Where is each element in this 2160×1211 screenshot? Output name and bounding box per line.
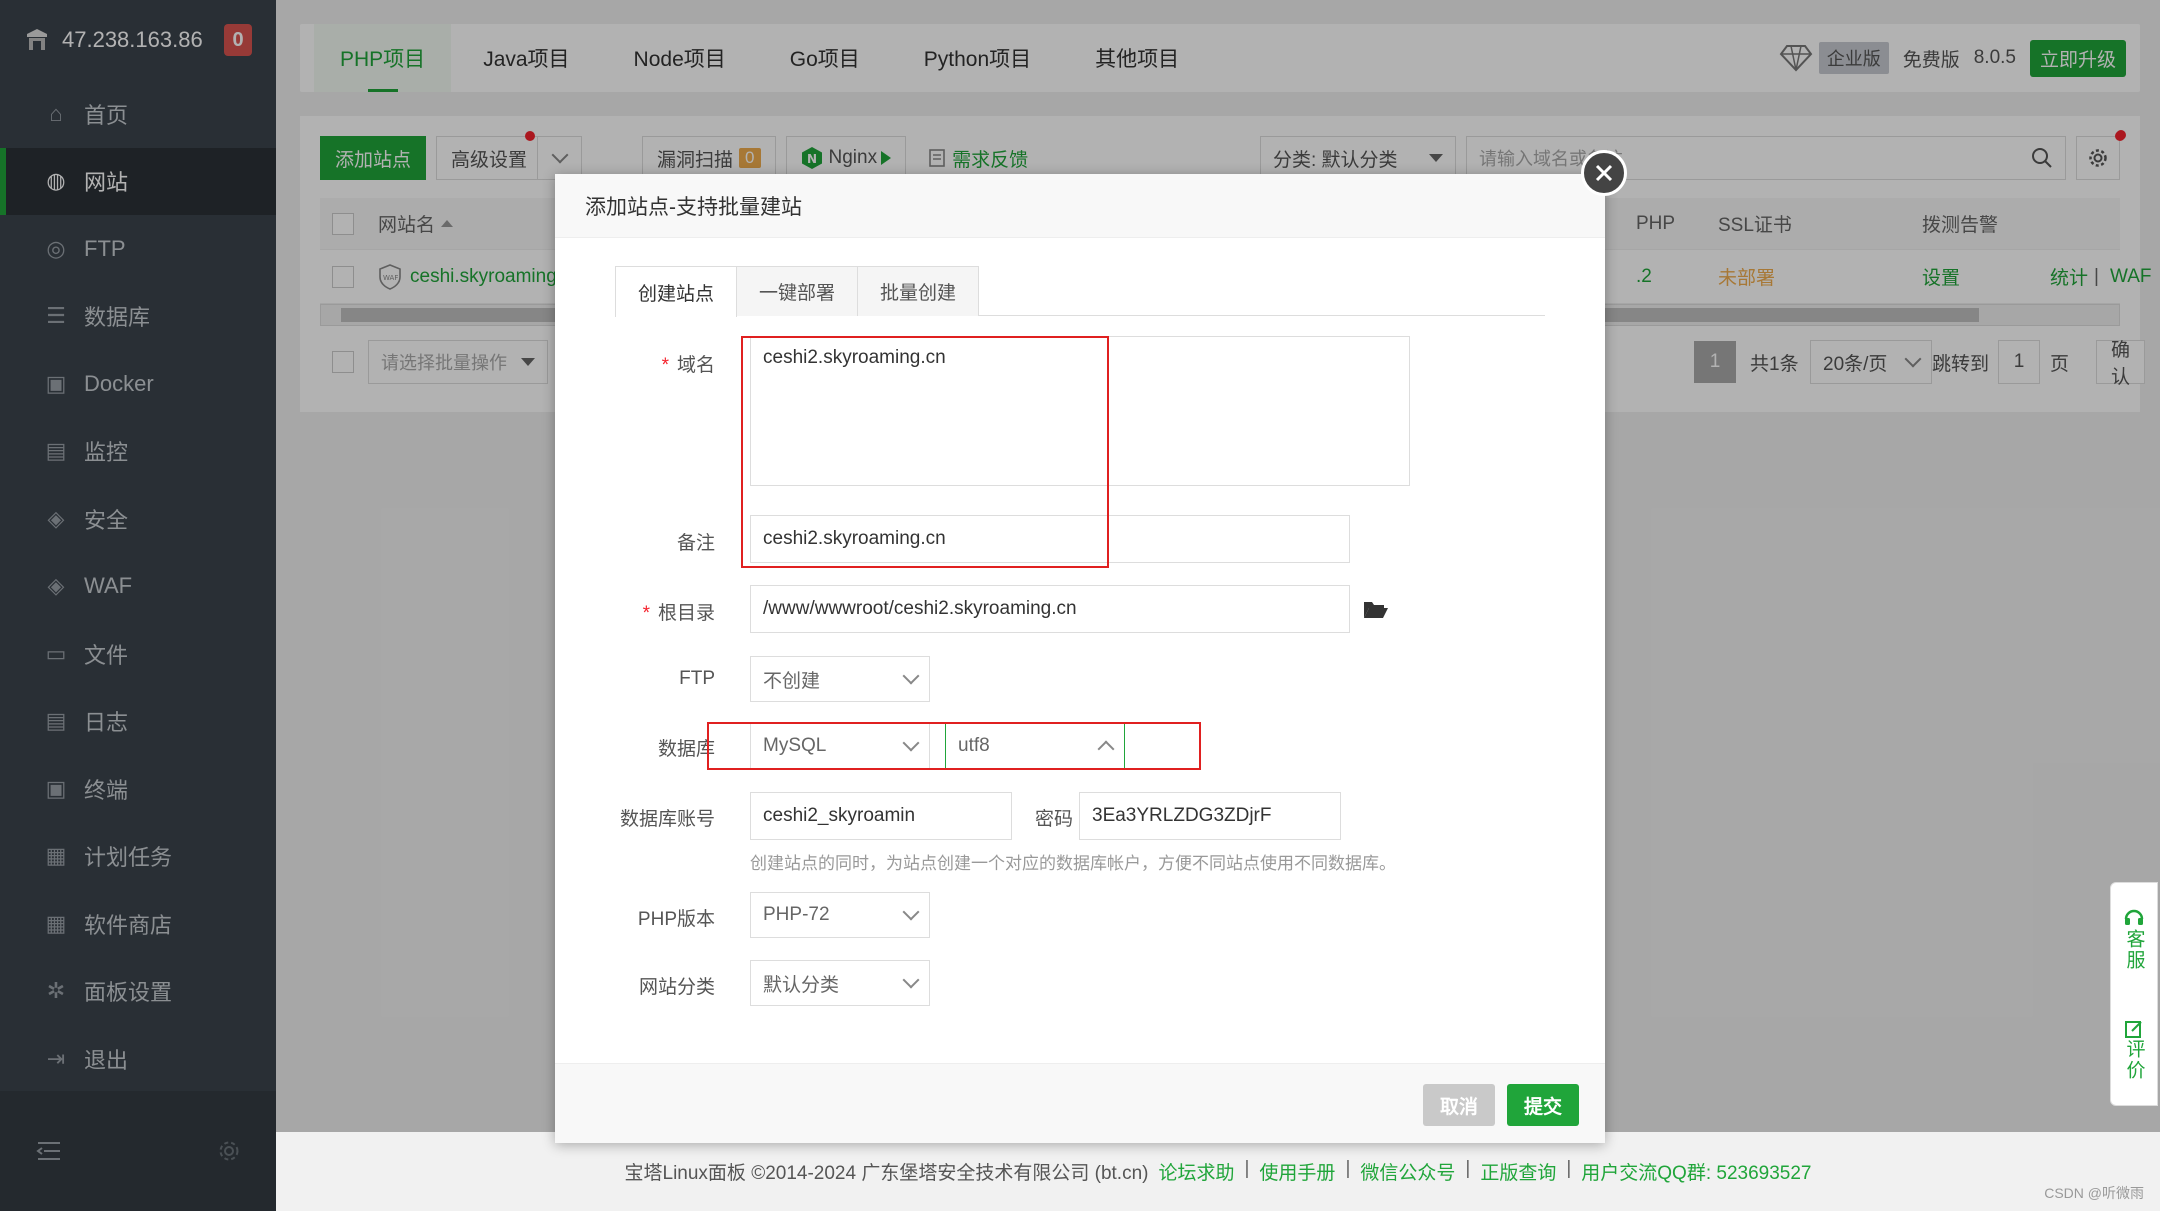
submit-button[interactable]: 提交	[1507, 1084, 1579, 1126]
root-dir-input[interactable]: /www/wwwroot/ceshi2.skyroaming.cn	[750, 585, 1350, 633]
review-button[interactable]: 评价	[2121, 1019, 2148, 1081]
watermark: CSDN @听微雨	[2044, 1185, 2144, 1201]
footer-separator: |	[1244, 1158, 1250, 1179]
customer-service-button[interactable]: 客服	[2121, 907, 2148, 971]
db-account-input[interactable]: ceshi2_skyroamin	[750, 792, 1012, 840]
folder-open-icon[interactable]	[1363, 598, 1389, 620]
floating-support-panel: 客服 评价	[2110, 882, 2158, 1106]
highlight-database	[707, 722, 1201, 770]
close-icon	[1595, 164, 1613, 182]
footer-separator: |	[1345, 1158, 1351, 1179]
remark-label: 备注	[676, 533, 715, 554]
footer-link-1[interactable]: 使用手册	[1259, 1158, 1335, 1185]
db-account-label: 数据库账号	[619, 809, 715, 830]
edit-icon	[2125, 1021, 2142, 1038]
footer-separator: |	[1465, 1158, 1471, 1179]
ftp-label: FTP	[679, 668, 715, 689]
page-footer: 宝塔Linux面板 ©2014-2024 广东堡塔安全技术有限公司 (bt.cn…	[276, 1132, 2160, 1211]
password-input[interactable]: 3Ea3YRLZDG3ZDjrF	[1079, 792, 1341, 840]
domain-label: * 域名	[661, 355, 715, 376]
site-category-select[interactable]: 默认分类	[750, 960, 930, 1006]
cancel-button[interactable]: 取消	[1423, 1084, 1495, 1126]
php-version-label: PHP版本	[637, 909, 715, 930]
root-dir-label: * 根目录	[642, 603, 715, 624]
footer-separator: |	[1566, 1158, 1572, 1179]
highlight-domain-remark	[741, 336, 1109, 568]
close-dialog-button[interactable]	[1581, 150, 1627, 196]
db-hint: 创建站点的同时，为站点创建一个对应的数据库帐户，方便不同站点使用不同数据库。	[750, 854, 1396, 873]
dialog-footer: 取消 提交	[555, 1063, 1605, 1143]
chevron-down-icon	[902, 971, 920, 989]
qq-group[interactable]: 用户交流QQ群: 523693527	[1581, 1158, 1811, 1185]
php-version-value: PHP-72	[763, 904, 830, 925]
footer-link-3[interactable]: 正版查询	[1480, 1158, 1556, 1185]
password-label: 密码	[1035, 809, 1074, 830]
chevron-down-icon	[902, 667, 920, 685]
database-label: 数据库	[657, 739, 715, 760]
ftp-select-value: 不创建	[763, 670, 821, 692]
footer-link-2[interactable]: 微信公众号	[1360, 1158, 1455, 1185]
add-site-dialog: 添加站点-支持批量建站 创建站点 一键部署 批量创建 * 域名 ceshi2.skyr…	[555, 150, 1627, 1143]
php-version-select[interactable]: PHP-72	[750, 892, 930, 938]
ftp-select[interactable]: 不创建	[750, 656, 930, 702]
dialog-tab-0[interactable]: 创建站点	[615, 266, 738, 317]
headset-icon	[2124, 909, 2144, 925]
chevron-down-icon	[902, 903, 920, 921]
dialog-tab-2[interactable]: 批量创建	[857, 266, 980, 316]
review-label: 评价	[2123, 1039, 2145, 1081]
service-label: 客服	[2123, 929, 2145, 971]
footer-link-0[interactable]: 论坛求助	[1158, 1158, 1234, 1185]
copyright-text: 宝塔Linux面板 ©2014-2024 广东堡塔安全技术有限公司 (bt.cn…	[624, 1163, 1149, 1184]
dialog-title: 添加站点-支持批量建站	[555, 174, 1605, 238]
dialog-tabs: 创建站点 一键部署 批量创建	[615, 266, 1545, 317]
dialog-tab-1[interactable]: 一键部署	[736, 266, 859, 316]
site-category-value: 默认分类	[763, 974, 840, 996]
site-category-label: 网站分类	[638, 977, 715, 998]
